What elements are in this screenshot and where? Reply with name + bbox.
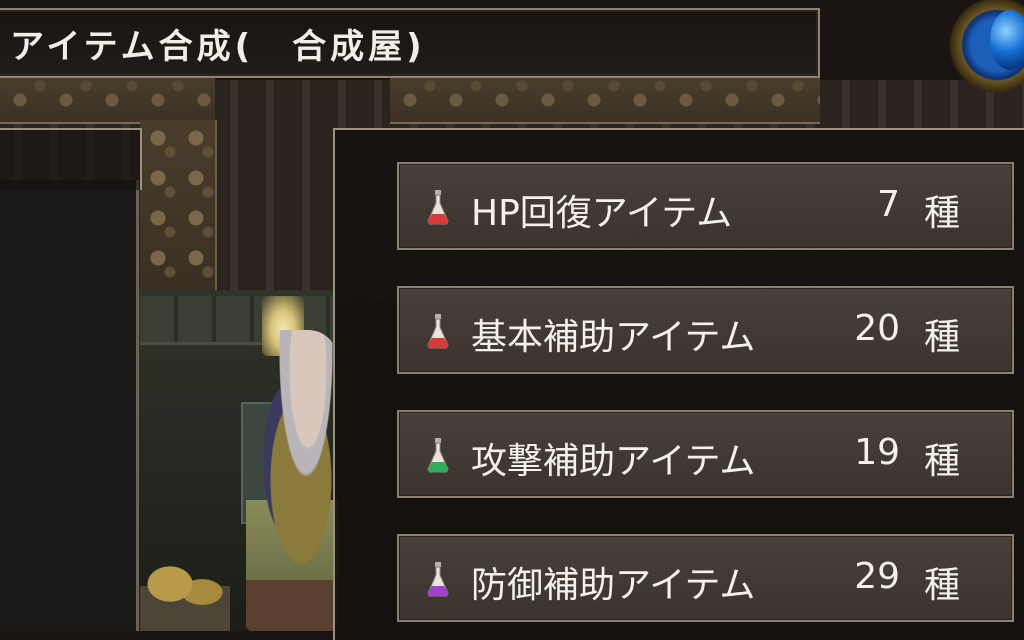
title-bar: アイテム合成( 合成屋) (0, 8, 820, 78)
list-item-defense-support[interactable]: 防御補助アイテム 29 種 (397, 534, 1014, 622)
page-title: アイテム合成( 合成屋) (10, 27, 426, 67)
list-item-hp-recovery[interactable]: HP回復アイテム 7 種 (397, 162, 1014, 250)
shopkeeper-character[interactable] (246, 330, 338, 631)
list-item-attack-support[interactable]: 攻撃補助アイテム 19 種 (397, 410, 1014, 498)
item-unit: 種 (923, 441, 960, 482)
purple-potion-icon (427, 562, 449, 597)
item-label: 基本補助アイテム (471, 317, 756, 358)
ornate-valance-left (0, 78, 215, 124)
item-label: HP回復アイテム (471, 193, 733, 234)
list-item-basic-support[interactable]: 基本補助アイテム 20 種 (397, 286, 1014, 374)
ornate-valance-right (390, 78, 820, 124)
red-potion-icon (427, 314, 449, 349)
left-dark-panel (0, 180, 139, 631)
blue-orb-icon[interactable] (990, 10, 1024, 70)
ornate-pillar (140, 120, 217, 290)
item-label: 防御補助アイテム (471, 565, 756, 606)
green-potion-icon (427, 438, 449, 473)
item-count: 19 (854, 432, 900, 473)
item-count: 29 (854, 556, 900, 597)
item-unit: 種 (923, 565, 960, 606)
baskets (140, 566, 230, 631)
red-potion-icon (427, 190, 449, 225)
item-count: 7 (877, 184, 900, 225)
item-count: 20 (854, 308, 900, 349)
item-unit: 種 (923, 193, 960, 234)
side-panel-frame (0, 128, 142, 190)
item-unit: 種 (923, 317, 960, 358)
item-label: 攻撃補助アイテム (471, 441, 756, 482)
